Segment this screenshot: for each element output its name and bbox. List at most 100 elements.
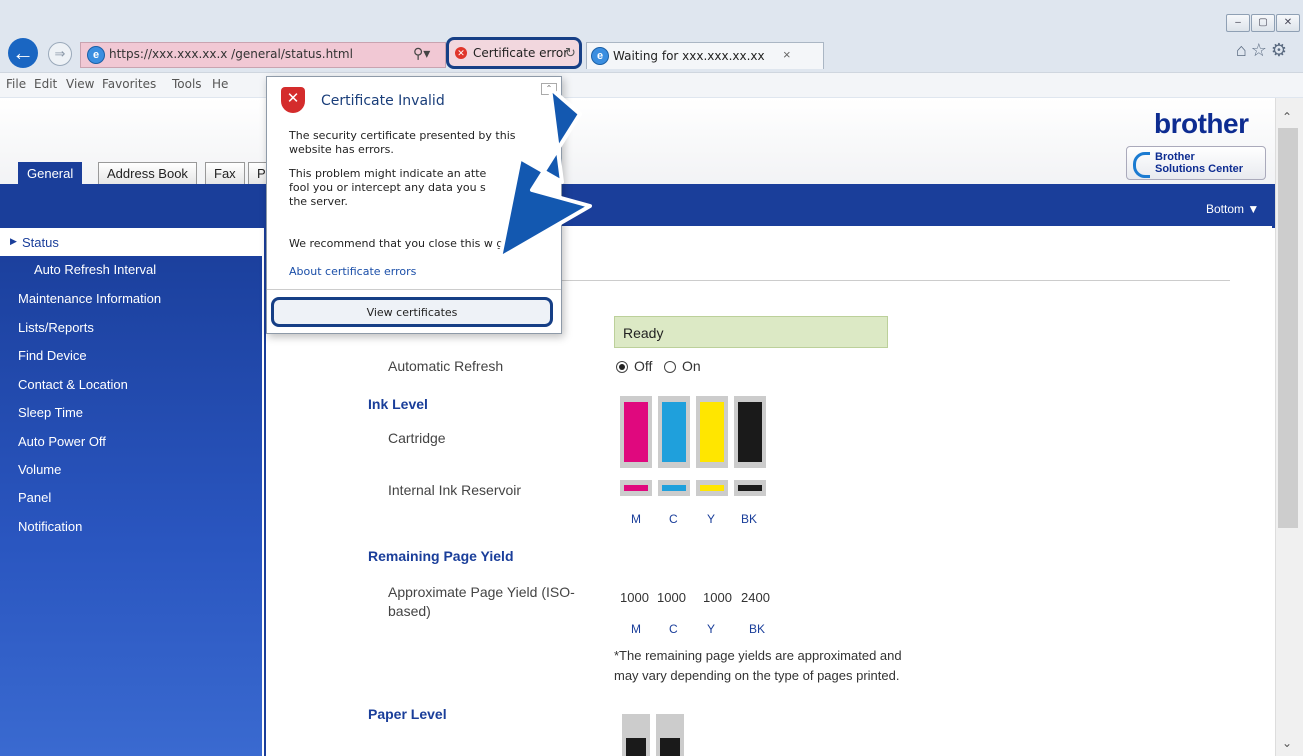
yield-color-y: Y	[707, 622, 716, 636]
color-label-y: Y	[707, 512, 716, 526]
radio-on[interactable]	[664, 361, 676, 373]
sidebar-item-sleep-time[interactable]: Sleep Time	[18, 405, 83, 420]
refresh-icon[interactable]: ↻	[565, 45, 576, 61]
radio-on-label: On	[682, 358, 701, 374]
ink-fill-bk	[738, 402, 762, 462]
reservoir-fill-c	[662, 485, 686, 491]
toolbar-icons: ⌂☆⚙	[1236, 40, 1291, 61]
view-certificates-button[interactable]: View certificates	[271, 297, 553, 327]
bottom-link[interactable]: Bottom ▼	[1206, 202, 1259, 216]
gear-icon[interactable]: ⚙	[1271, 40, 1291, 60]
view-certificates-label: View certificates	[366, 306, 458, 319]
minimize-button[interactable]: –	[1226, 14, 1250, 32]
ink-fill-y	[700, 402, 724, 462]
auto-refresh-label: Automatic Refresh	[388, 358, 504, 374]
sidebar-item-find-device[interactable]: Find Device	[18, 348, 87, 363]
sidebar-item-panel[interactable]: Panel	[18, 490, 51, 505]
remaining-yield-heading: Remaining Page Yield	[368, 548, 514, 564]
menu-edit[interactable]: Edit	[34, 77, 57, 91]
sidebar-item-contact-location[interactable]: Contact & Location	[18, 377, 128, 392]
forward-button[interactable]: ⇒	[48, 42, 72, 66]
search-icon[interactable]: ⚲▾	[413, 45, 430, 62]
menu-favorites[interactable]: Favorites	[102, 77, 156, 91]
yield-note-1: *The remaining page yields are approxima…	[614, 648, 902, 663]
color-label-c: C	[669, 512, 678, 526]
yield-color-bk: BK	[749, 622, 766, 636]
popup-text-2a: This problem might indicate an atte	[289, 167, 487, 180]
paper-level-heading: Paper Level	[368, 706, 447, 722]
scroll-down-icon[interactable]: ⌄	[1282, 736, 1292, 750]
close-window-button[interactable]: ✕	[1276, 14, 1300, 32]
popup-divider	[267, 289, 561, 290]
swoosh-icon	[1133, 152, 1150, 178]
radio-off[interactable]	[616, 361, 628, 373]
sidebar-item-status[interactable]: ▶ Status	[0, 228, 262, 256]
popup-title: Certificate Invalid	[321, 93, 445, 109]
caret-right-icon: ▶	[10, 236, 17, 246]
reservoir-m	[620, 480, 652, 496]
ink-cartridge-c	[658, 396, 690, 468]
solutions-center-label: Brother Solutions Center	[1155, 151, 1244, 175]
ink-fill-m	[624, 402, 648, 462]
reservoir-fill-y	[700, 485, 724, 491]
popup-text-2b: fool you or intercept any data you s	[289, 181, 486, 194]
reservoir-bk	[734, 480, 766, 496]
ink-cartridge-m	[620, 396, 652, 468]
device-status-box: Ready	[614, 316, 888, 348]
yield-color-m: M	[631, 622, 641, 636]
maximize-button[interactable]: ▢	[1251, 14, 1275, 32]
sidebar-item-maintenance[interactable]: Maintenance Information	[18, 291, 161, 306]
sidebar-item-volume[interactable]: Volume	[18, 462, 61, 477]
ink-cartridge-y	[696, 396, 728, 468]
color-label-bk: BK	[741, 512, 758, 526]
paper-tray-2	[656, 714, 684, 756]
popup-text-1b: website has errors.	[289, 143, 394, 156]
yield-color-c: C	[669, 622, 678, 636]
star-icon[interactable]: ☆	[1251, 40, 1271, 60]
ink-cartridge-bk	[734, 396, 766, 468]
ie-page-icon: e	[87, 46, 105, 64]
menu-file[interactable]: File	[6, 77, 26, 91]
tab-close-icon[interactable]: ×	[783, 47, 791, 62]
yield-note-2: may vary depending on the type of pages …	[614, 668, 900, 683]
menu-bar: File Edit View Favorites Tools He	[0, 72, 1303, 97]
approx-yield-label-2: based)	[388, 603, 431, 619]
paper-tray-1	[622, 714, 650, 756]
address-text: https://xxx.xxx.xx.x /general/status.htm…	[109, 47, 353, 61]
browser-tab[interactable]: e Waiting for xxx.xxx.xx.xx ×	[586, 42, 824, 69]
about-cert-errors-link[interactable]: About certificate errors	[289, 265, 416, 278]
ie-tab-icon: e	[591, 47, 609, 65]
reservoir-fill-bk	[738, 485, 762, 491]
approx-yield-label-1: Approximate Page Yield (ISO-	[388, 584, 575, 600]
certificate-error-label: Certificate error	[473, 46, 569, 60]
sidebar-item-lists-reports[interactable]: Lists/Reports	[18, 320, 94, 335]
home-icon[interactable]: ⌂	[1236, 40, 1251, 60]
certificate-error-button[interactable]: ✕ Certificate error ↻	[446, 37, 582, 69]
tab-address-book[interactable]: Address Book	[98, 162, 197, 184]
ink-fill-c	[662, 402, 686, 462]
popup-text-2c: the server.	[289, 195, 348, 208]
tab-label: Waiting for xxx.xxx.xx.xx	[613, 49, 765, 63]
ink-level-heading: Ink Level	[368, 396, 428, 412]
menu-help[interactable]: He	[212, 77, 228, 91]
paper-fill-1	[626, 738, 646, 756]
scrollbar-thumb[interactable]	[1278, 128, 1298, 528]
menu-view[interactable]: View	[66, 77, 94, 91]
sidebar-item-auto-refresh[interactable]: Auto Refresh Interval	[34, 262, 156, 277]
sidebar-item-auto-power-off[interactable]: Auto Power Off	[18, 434, 106, 449]
menu-tools[interactable]: Tools	[172, 77, 202, 91]
tab-fax[interactable]: Fax	[205, 162, 245, 184]
scroll-up-icon[interactable]: ⌃	[1282, 110, 1292, 124]
solutions-center-button[interactable]: Brother Solutions Center	[1126, 146, 1266, 180]
reservoir-y	[696, 480, 728, 496]
shield-error-icon: ✕	[281, 87, 305, 113]
address-bar[interactable]: e https://xxx.xxx.xx.x /general/status.h…	[80, 42, 446, 68]
reservoir-c	[658, 480, 690, 496]
tab-general[interactable]: General	[18, 162, 83, 184]
divider	[560, 280, 1230, 281]
sidebar-item-notification[interactable]: Notification	[18, 519, 82, 534]
color-label-m: M	[631, 512, 641, 526]
brother-logo: brother	[1154, 108, 1249, 139]
back-button[interactable]: ←	[8, 38, 38, 68]
device-status-value: Ready	[623, 325, 664, 341]
